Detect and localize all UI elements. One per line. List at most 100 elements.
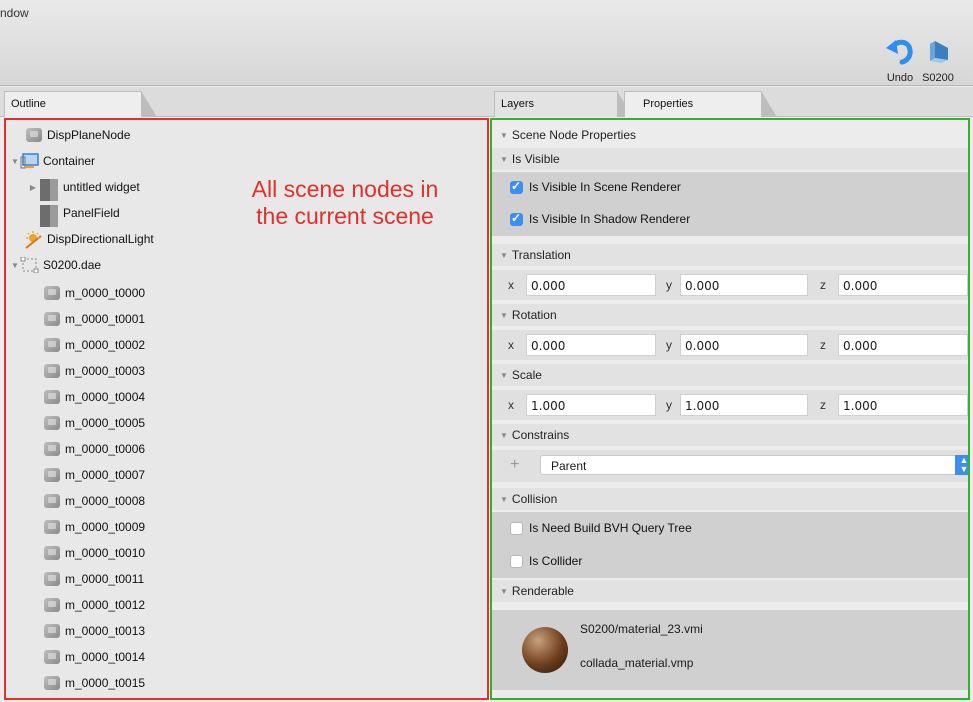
checkbox-label: Is Need Build BVH Query Tree [529,521,692,535]
checkbox-checked[interactable] [510,179,523,194]
section-scene-node-properties[interactable]: ▼ Scene Node Properties [492,124,968,146]
translation-z-field[interactable]: 0.000 [838,274,968,296]
tab-layers[interactable]: Layers [494,91,633,117]
scale-x-field[interactable]: 1.000 [526,394,656,416]
translation-x-field[interactable]: 0.000 [526,274,656,296]
tree-item-s0200-dae[interactable]: ▼ S0200.dae [10,254,101,276]
tree-item-label: DispPlaneNode [47,128,131,142]
window-title: ndow [0,6,29,20]
mesh-node-icon [42,493,62,509]
mesh-node-icon [42,545,62,561]
section-title: Constrains [511,428,570,442]
tree-item-mesh[interactable]: m_0000_t0010 [42,542,145,564]
tree-item-label: m_0000_t0012 [65,598,146,612]
checkbox-collider[interactable]: Is Collider [492,544,968,578]
tree-item-mesh[interactable]: m_0000_t0007 [42,464,145,486]
translation-y-field[interactable]: 0.000 [680,274,808,296]
tree-item-label: m_0000_t0002 [65,338,146,352]
tree-item-label: m_0000_t0003 [65,364,146,378]
x-label: x [508,278,514,292]
tree-item-mesh[interactable]: m_0000_t0015 [42,672,145,694]
rotation-z-field[interactable]: 0.000 [838,334,968,356]
rotation-vector: x 0.000 y 0.000 z 0.000 [492,330,968,360]
scale-z-field[interactable]: 1.000 [838,394,968,416]
section-collision[interactable]: ▼ Collision [492,488,968,510]
tree-item-label: Container [43,154,96,168]
section-constrains[interactable]: ▼ Constrains [492,424,968,446]
tree-item-panelfield[interactable]: PanelField [38,202,120,227]
add-constraint-button[interactable]: + [510,456,519,474]
disclosure-triangle-icon[interactable]: ▼ [10,261,20,270]
scene-button[interactable]: S0200 [916,34,960,84]
constraint-select[interactable]: Parent ▲ ▼ [540,455,968,475]
mesh-node-icon [42,597,62,613]
scale-y-field[interactable]: 1.000 [680,394,808,416]
tree-item-mesh[interactable]: m_0000_t0013 [42,620,145,642]
tree-item-mesh[interactable]: m_0000_t0005 [42,412,145,434]
checkbox-label: Is Visible In Shadow Renderer [529,212,691,226]
rotation-x-field[interactable]: 0.000 [526,334,656,356]
tab-outline[interactable]: Outline [4,91,157,117]
tree-item-mesh[interactable]: m_0000_t0008 [42,490,145,512]
checkbox-checked[interactable] [510,211,523,226]
annotation-line-1: All scene nodes in [251,176,439,202]
tree-item-label: m_0000_t0008 [65,494,146,508]
tree-item-dispplanenode[interactable]: DispPlaneNode [24,124,130,146]
checkbox-visible-shadow[interactable]: Is Visible In Shadow Renderer [492,202,968,236]
material-name: S0200/material_23.vmi [580,622,703,636]
material-program: collada_material.vmp [580,656,694,670]
section-title: Is Visible [511,152,560,166]
disclosure-triangle-icon[interactable]: ▶ [28,183,38,192]
section-translation[interactable]: ▼ Translation [492,244,968,266]
properties-panel: ▼ Scene Node Properties ▼ Is Visible Is … [490,118,970,700]
tree-item-label: m_0000_t0015 [65,676,146,690]
tree-item-mesh[interactable]: m_0000_t0012 [42,594,145,616]
tree-item-mesh[interactable]: m_0000_t0011 [42,568,144,590]
tree-item-untitled-widget[interactable]: ▶ untitled widget [28,176,140,201]
checkbox-unchecked[interactable] [510,554,523,568]
tree-item-mesh[interactable]: m_0000_t0009 [42,516,145,538]
translation-vector: x 0.000 y 0.000 z 0.000 [492,270,968,300]
checkbox-bvh[interactable]: Is Need Build BVH Query Tree [492,512,968,544]
tree-item-mesh[interactable]: m_0000_t0001 [42,308,145,330]
annotation-line-2: the current scene [256,203,434,229]
tree-item-container[interactable]: ▼ Container [10,150,95,172]
window-toolbar: ndow Undo S0200 [0,0,973,86]
tree-item-mesh[interactable]: m_0000_t0014 [42,646,145,668]
disclosure-triangle-icon: ▼ [500,154,508,164]
section-title: Rotation [511,308,557,322]
tree-item-mesh[interactable]: m_0000_t0002 [42,334,145,356]
tree-item-dispdirectionallight[interactable]: DispDirectionalLight [24,228,154,250]
mesh-node-icon [42,623,62,639]
checkbox-unchecked[interactable] [510,521,523,535]
tab-properties[interactable]: Properties [624,91,777,117]
rotation-y-field[interactable]: 0.000 [680,334,808,356]
mesh-node-icon [42,415,62,431]
section-is-visible[interactable]: ▼ Is Visible [492,148,968,170]
section-title: Scale [511,368,542,382]
disclosure-triangle-icon: ▼ [500,130,508,140]
disclosure-triangle-icon: ▼ [500,370,508,380]
tab-layers-label: Layers [501,98,535,110]
tree-item-label: DispDirectionalLight [47,232,154,246]
mesh-node-icon [42,467,62,483]
mesh-node-icon [42,389,62,405]
tree-item-mesh[interactable]: m_0000_t0006 [42,438,145,460]
tree-item-mesh[interactable]: m_0000_t0003 [42,360,145,382]
y-label: y [666,338,672,352]
x-label: x [508,398,514,412]
tree-item-mesh[interactable]: m_0000_t0000 [42,282,145,304]
section-scale[interactable]: ▼ Scale [492,364,968,386]
widget-icon [38,179,60,201]
section-renderable[interactable]: ▼ Renderable [492,580,968,602]
scene-icon [930,41,948,63]
disclosure-triangle-icon[interactable]: ▼ [10,157,20,166]
tree-item-mesh[interactable]: m_0000_t0004 [42,386,145,408]
material-row[interactable]: S0200/material_23.vmi collada_material.v… [492,610,968,690]
x-label: x [508,338,514,352]
mesh-node-icon [42,675,62,691]
scale-vector: x 1.000 y 1.000 z 1.000 [492,390,968,420]
properties-tabstrip: Layers Properties [490,87,973,117]
section-rotation[interactable]: ▼ Rotation [492,304,968,326]
checkbox-visible-scene[interactable]: Is Visible In Scene Renderer [492,172,968,202]
